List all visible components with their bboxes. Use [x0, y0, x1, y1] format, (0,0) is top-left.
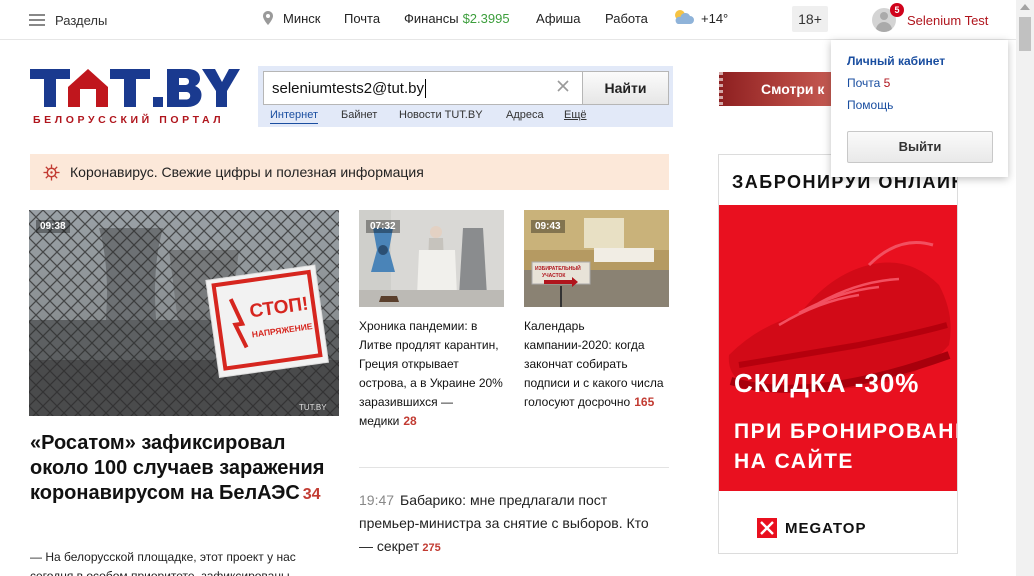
map-pin-icon	[263, 11, 273, 25]
username: Selenium Test	[907, 12, 989, 28]
search-panel: Найти Интернет Байнет Новости TUT.BY Адр…	[258, 66, 673, 127]
search-tab-news[interactable]: Новости TUT.BY	[399, 109, 483, 121]
search-tab-addresses[interactable]: Адреса	[506, 109, 544, 121]
main-news-image[interactable]: СТОП! НАПРЯЖЕНИЕ TUT.BY 09:38	[29, 210, 339, 416]
text-caret	[425, 79, 426, 98]
main-news-photo: СТОП! НАПРЯЖЕНИЕ TUT.BY	[29, 210, 339, 416]
search-button[interactable]: Найти	[582, 71, 669, 105]
news-title-pandemic-text: Хроника пандемии: в Литве продлят карант…	[359, 319, 503, 428]
news-time: 07:32	[366, 220, 400, 233]
user-dropdown: Личный кабинет Почта 5 Помощь Выйти	[831, 40, 1008, 177]
ad-line-3: НА САЙТЕ	[734, 450, 854, 473]
notification-badge: 5	[890, 3, 904, 17]
news-title-campaign[interactable]: Календарь кампании-2020: когда закончат …	[524, 317, 674, 412]
afisha-link[interactable]: Афиша	[536, 11, 580, 26]
ad-brand-logo: MEGATOP	[757, 517, 866, 539]
polling-sign-text: ИЗБИРАТЕЛЬНЫЙ	[535, 264, 581, 272]
advertisement-banner[interactable]: ЗАБРОНИРУЙ ОНЛАЙН СКИДКА -30% ПРИ БРОНИР…	[718, 154, 958, 554]
top-bar: Разделы Минск Почта Финансы $2.3995 Афиша…	[0, 0, 1016, 40]
ad-brand-name: MEGATOP	[785, 519, 867, 537]
megatop-logo-icon	[757, 518, 777, 538]
logo-subtitle: БЕЛОРУССКИЙ ПОРТАЛ	[33, 114, 225, 126]
mail-dropdown-link[interactable]: Почта 5	[847, 76, 890, 90]
feed-time: 19:47	[359, 492, 395, 508]
finance-label: Финансы	[404, 11, 459, 26]
scroll-up-arrow-icon[interactable]	[1020, 4, 1030, 10]
promo-label: Смотри к	[761, 81, 825, 97]
comment-count: 34	[302, 486, 321, 503]
search-input[interactable]	[263, 71, 583, 105]
rabota-link[interactable]: Работа	[605, 11, 648, 26]
sun-cloud-icon[interactable]	[672, 9, 694, 25]
close-icon[interactable]	[556, 79, 570, 93]
mail-link[interactable]: Почта	[344, 11, 380, 26]
currency-rate: $2.3995	[462, 11, 510, 26]
photo-watermark: TUT.BY	[299, 403, 327, 412]
ad-discount: СКИДКА -30%	[734, 368, 920, 398]
search-tab-more[interactable]: Ещё	[564, 109, 587, 121]
comment-count: 275	[422, 542, 441, 554]
coronavirus-banner[interactable]: Коронавирус. Свежие цифры и полезная инф…	[30, 154, 669, 190]
ad-line-2: ПРИ БРОНИРОВАНИИ	[734, 420, 957, 443]
svg-text:УЧАСТОК: УЧАСТОК	[542, 273, 566, 279]
tut-by-logo-mark	[30, 69, 240, 107]
finance-link[interactable]: Финансы $2.3995	[404, 11, 510, 26]
search-tab-internet[interactable]: Интернет	[270, 109, 318, 124]
city-link[interactable]: Минск	[283, 11, 320, 26]
hamburger-icon	[29, 14, 45, 26]
main-news-lead: — На белорусской площадке, этот проект у…	[30, 550, 296, 576]
coronavirus-banner-text: Коронавирус. Свежие цифры и полезная инф…	[70, 164, 424, 180]
scrollbar-thumb[interactable]	[1019, 17, 1031, 51]
comment-count: 165	[634, 395, 655, 409]
comment-count: 28	[403, 414, 417, 428]
news-image-pandemic[interactable]: 07:32	[359, 210, 504, 307]
divider	[359, 467, 669, 468]
feed-title: Бабарико: мне предлагали пост премьер-ми…	[359, 492, 649, 554]
news-title-pandemic[interactable]: Хроника пандемии: в Литве продлят карант…	[359, 317, 509, 431]
sections-menu-button[interactable]: Разделы	[29, 10, 107, 30]
search-tab-baynet[interactable]: Байнет	[341, 109, 377, 121]
logout-button[interactable]: Выйти	[847, 131, 993, 163]
virus-icon	[43, 164, 60, 181]
news-image-campaign[interactable]: ИЗБИРАТЕЛЬНЫЙ УЧАСТОК 09:43	[524, 210, 669, 307]
news-feed-item[interactable]: 19:47 Бабарико: мне предлагали пост премь…	[359, 489, 659, 560]
vertical-scrollbar[interactable]	[1016, 0, 1034, 576]
promo-banner[interactable]: Смотри к	[719, 72, 831, 106]
personal-cabinet-link[interactable]: Личный кабинет	[847, 54, 945, 68]
sections-label: Разделы	[55, 12, 108, 28]
news-time: 09:38	[36, 220, 70, 233]
news-time: 09:43	[531, 220, 565, 233]
help-link[interactable]: Помощь	[847, 98, 893, 112]
temperature[interactable]: +14°	[701, 11, 728, 26]
main-news-title-text: «Росатом» зафиксировал около 100 случаев…	[30, 432, 325, 504]
mail-dropdown-label: Почта	[847, 76, 881, 90]
main-news-title[interactable]: «Росатом» зафиксировал около 100 случаев…	[30, 431, 330, 507]
site-logo[interactable]: БЕЛОРУССКИЙ ПОРТАЛ	[30, 67, 240, 129]
mail-count: 5	[883, 76, 891, 90]
age-rating-badge: 18+	[792, 6, 828, 32]
